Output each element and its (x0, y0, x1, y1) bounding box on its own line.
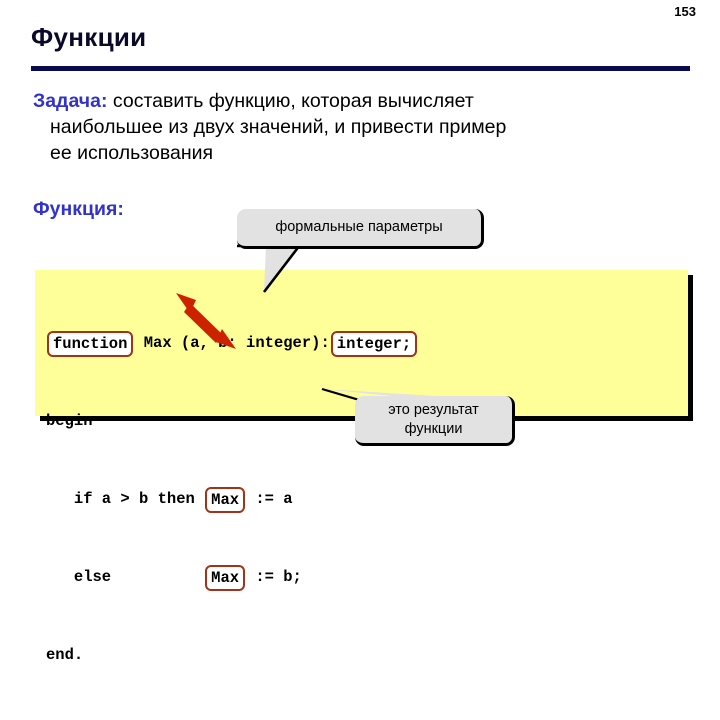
callout-function-result: это результат функции (355, 396, 515, 446)
code-line-5-text: end. (46, 646, 84, 664)
task-line-1: составить функцию, которая вычисляет (107, 90, 474, 112)
code-line-2-text: begin (46, 412, 93, 430)
code-line-1: function Max (a, b: integer): integer; (46, 330, 418, 357)
task-line-3: ее использования (50, 142, 214, 164)
callout-result-line-2: функции (404, 420, 463, 437)
task-line-2: наибольшее из двух значений, и привести … (50, 116, 507, 138)
task-label: Задача: (33, 90, 108, 112)
task-paragraph: Задача: составить функцию, которая вычис… (33, 88, 633, 166)
callout-result-line-1: это результат (388, 401, 479, 418)
code-token-function: function (47, 331, 134, 357)
title-divider (31, 66, 690, 71)
code-line-3: if a > b then Max := a (46, 486, 418, 513)
code-line-4: else Max := b; (46, 564, 418, 591)
callout-params-text: формальные параметры (275, 219, 443, 235)
code-line-5: end. (46, 642, 418, 668)
code-line-3-prefix: if a > b then (46, 490, 205, 508)
function-label: Функция: (33, 198, 124, 220)
code-token-max-else: Max (205, 565, 246, 591)
code-line-1-mid: Max (a, b: integer): (134, 334, 330, 352)
callout-result-text: это результат функции (388, 401, 479, 439)
slide: 153 Функции Задача: составить функцию, к… (0, 0, 720, 664)
page-title: Функции (31, 22, 147, 52)
code-line-4-suffix: := b; (246, 568, 302, 586)
callout-formal-parameters: формальные параметры (237, 209, 484, 249)
page-number: 153 (674, 4, 696, 19)
code-listing: function Max (a, b: integer): integer; be… (46, 278, 418, 720)
code-line-3-suffix: := a (246, 490, 293, 508)
code-token-return-type: integer; (330, 331, 418, 357)
code-line-4-prefix: else (46, 568, 205, 586)
code-token-max-then: Max (205, 487, 246, 513)
